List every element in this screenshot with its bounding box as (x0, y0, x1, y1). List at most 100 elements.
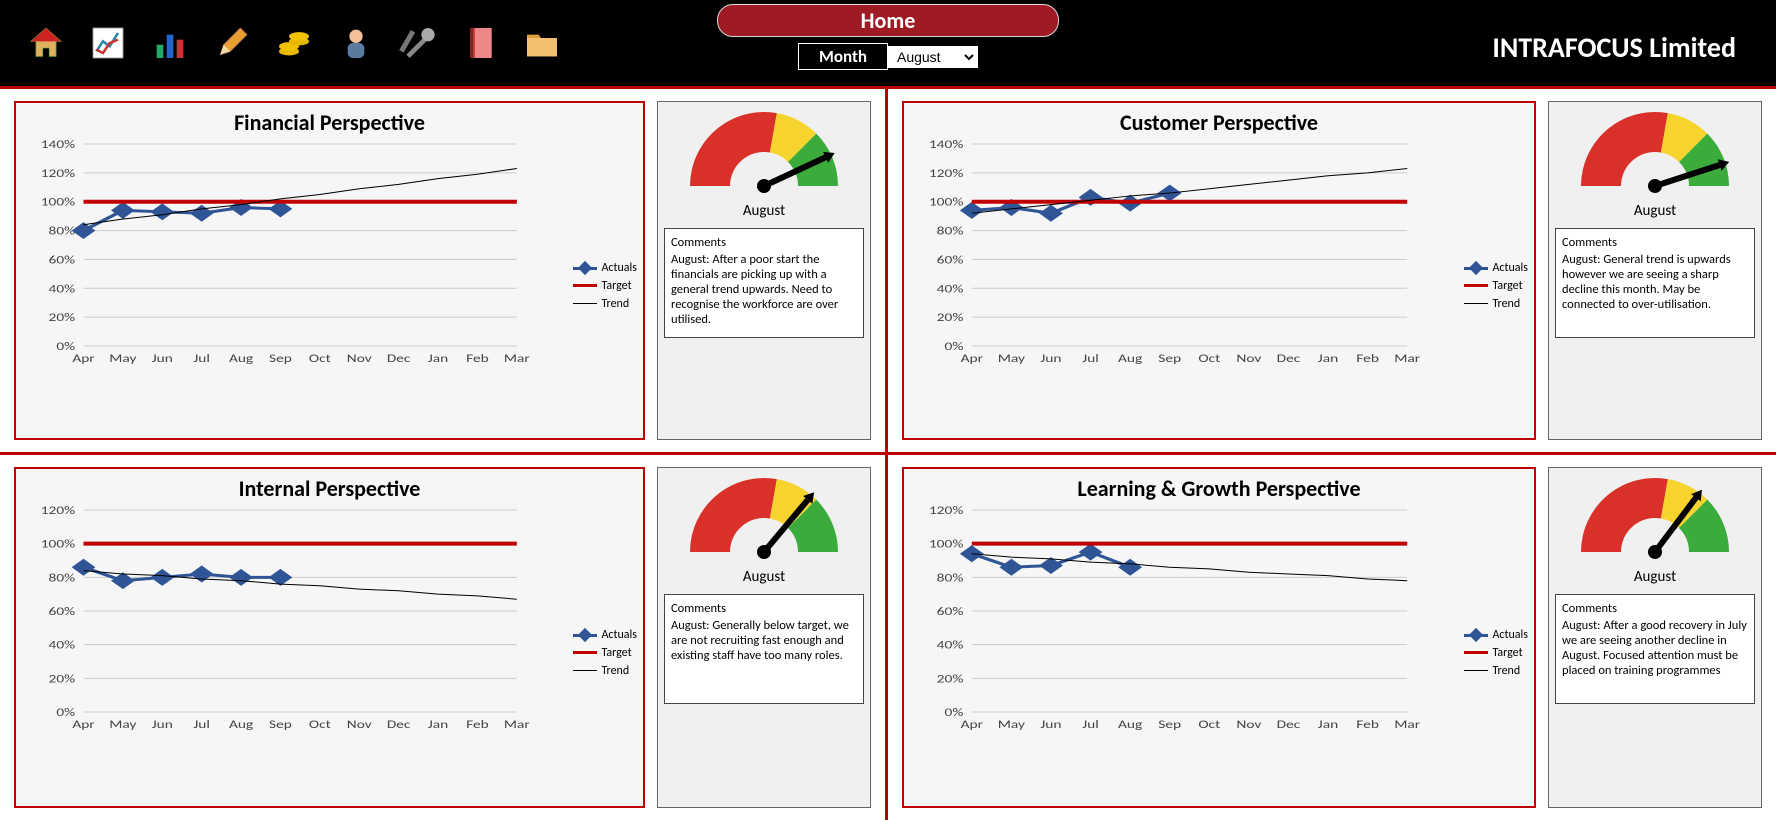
svg-text:Apr: Apr (961, 717, 984, 731)
svg-text:Apr: Apr (72, 351, 95, 365)
svg-text:Apr: Apr (72, 717, 95, 731)
svg-text:20%: 20% (49, 671, 76, 685)
svg-text:120%: 120% (929, 504, 964, 517)
svg-text:Jan: Jan (428, 351, 448, 365)
svg-text:Jul: Jul (193, 717, 210, 731)
svg-text:Dec: Dec (1277, 351, 1301, 365)
svg-text:20%: 20% (49, 310, 76, 324)
bar-chart-icon[interactable] (150, 23, 190, 63)
coins-icon[interactable] (274, 23, 314, 63)
legend: Actuals Target Trend (1464, 624, 1528, 682)
comments-text: August: After a poor start the financial… (671, 252, 838, 327)
line-chart: 0%20%40%60%80%100%120%AprMayJunJulAugSep… (22, 504, 637, 734)
svg-text:Aug: Aug (229, 717, 254, 731)
svg-text:140%: 140% (929, 138, 964, 151)
legend-actuals: Actuals (1492, 261, 1528, 275)
svg-text:Nov: Nov (347, 717, 372, 731)
pencil-icon[interactable] (212, 23, 252, 63)
svg-text:100%: 100% (41, 536, 76, 550)
svg-text:Nov: Nov (1236, 717, 1261, 731)
chart-report-icon[interactable] (88, 23, 128, 63)
svg-text:Oct: Oct (1198, 717, 1221, 731)
svg-text:Nov: Nov (1236, 351, 1261, 365)
svg-text:Jul: Jul (1082, 717, 1099, 731)
comments-text: August: General trend is upwards however… (1562, 252, 1731, 312)
comments-box: Comments August: Generally below target,… (664, 594, 864, 704)
user-icon[interactable] (336, 23, 376, 63)
svg-text:Sep: Sep (269, 351, 292, 365)
svg-text:40%: 40% (937, 638, 964, 652)
svg-text:60%: 60% (937, 253, 964, 267)
month-select[interactable]: August (888, 46, 978, 68)
chart-title: Customer Perspective (910, 109, 1528, 136)
comments-text: August: Generally below target, we are n… (671, 618, 849, 663)
comments-header: Comments (671, 601, 857, 616)
svg-text:80%: 80% (937, 224, 964, 238)
gauge-icon (1560, 108, 1750, 198)
gauge-icon (669, 474, 859, 564)
svg-text:May: May (109, 351, 136, 365)
legend-trend: Trend (1492, 664, 1520, 678)
legend-actuals: Actuals (601, 261, 637, 275)
legend-actuals: Actuals (1492, 628, 1528, 642)
svg-text:Oct: Oct (309, 717, 331, 731)
comments-header: Comments (1562, 601, 1748, 616)
side-box: August Comments August: After a poor sta… (657, 101, 871, 440)
month-label: Month (798, 43, 888, 70)
legend-trend: Trend (601, 297, 629, 311)
svg-text:20%: 20% (937, 310, 964, 324)
icon-row (12, 23, 562, 63)
center-controls: Home Month August (717, 0, 1059, 70)
legend-target: Target (1492, 646, 1522, 660)
tools-icon[interactable] (398, 23, 438, 63)
legend: Actuals Target Trend (573, 257, 637, 315)
legend-trend: Trend (1492, 297, 1520, 311)
line-chart: 0%20%40%60%80%100%120%140%AprMayJunJulAu… (910, 138, 1528, 368)
svg-text:May: May (998, 717, 1025, 731)
svg-text:40%: 40% (49, 282, 76, 296)
panel-learning: Learning & Growth Perspective 0%20%40%60… (888, 455, 1776, 820)
home-button[interactable]: Home (717, 4, 1059, 37)
svg-text:60%: 60% (49, 604, 76, 618)
svg-text:Feb: Feb (1356, 717, 1379, 731)
legend: Actuals Target Trend (573, 624, 637, 682)
panel-customer: Customer Perspective 0%20%40%60%80%100%1… (888, 89, 1776, 455)
svg-text:20%: 20% (937, 671, 964, 685)
svg-text:Jun: Jun (152, 351, 173, 365)
gauge-icon (669, 108, 859, 198)
svg-text:Dec: Dec (387, 351, 411, 365)
svg-text:Jul: Jul (193, 351, 210, 365)
legend-target: Target (1492, 279, 1522, 293)
svg-text:Feb: Feb (466, 351, 489, 365)
side-box: August Comments August: General trend is… (1548, 101, 1762, 440)
svg-text:60%: 60% (937, 604, 964, 618)
svg-text:Jan: Jan (1318, 717, 1338, 731)
svg-text:80%: 80% (49, 224, 76, 238)
svg-text:Oct: Oct (309, 351, 331, 365)
gauge-month-label: August (743, 202, 785, 220)
chart-box: Financial Perspective 0%20%40%60%80%100%… (14, 101, 645, 440)
notebook-icon[interactable] (460, 23, 500, 63)
svg-text:100%: 100% (929, 195, 964, 209)
svg-text:Oct: Oct (1198, 351, 1221, 365)
line-chart: 0%20%40%60%80%100%120%140%AprMayJunJulAu… (22, 138, 637, 368)
svg-text:100%: 100% (929, 537, 964, 551)
svg-text:Mar: Mar (504, 717, 530, 731)
comments-header: Comments (1562, 235, 1748, 250)
panel-financial: Financial Perspective 0%20%40%60%80%100%… (0, 89, 888, 455)
company-name: INTRAFOCUS Limited (1492, 30, 1736, 65)
gauge-month-label: August (1634, 568, 1676, 586)
svg-text:Jan: Jan (428, 717, 448, 731)
dashboard-grid: Financial Perspective 0%20%40%60%80%100%… (0, 89, 1776, 820)
svg-text:100%: 100% (41, 195, 76, 209)
legend-actuals: Actuals (601, 628, 637, 642)
svg-text:Feb: Feb (1356, 351, 1379, 365)
svg-text:120%: 120% (41, 504, 76, 517)
topbar: Home Month August INTRAFOCUS Limited (0, 0, 1776, 86)
svg-text:May: May (998, 351, 1025, 365)
home-icon[interactable] (26, 23, 66, 63)
svg-text:80%: 80% (937, 570, 964, 584)
folder-icon[interactable] (522, 23, 562, 63)
chart-title: Internal Perspective (22, 475, 637, 502)
comments-box: Comments August: After a poor start the … (664, 228, 864, 338)
